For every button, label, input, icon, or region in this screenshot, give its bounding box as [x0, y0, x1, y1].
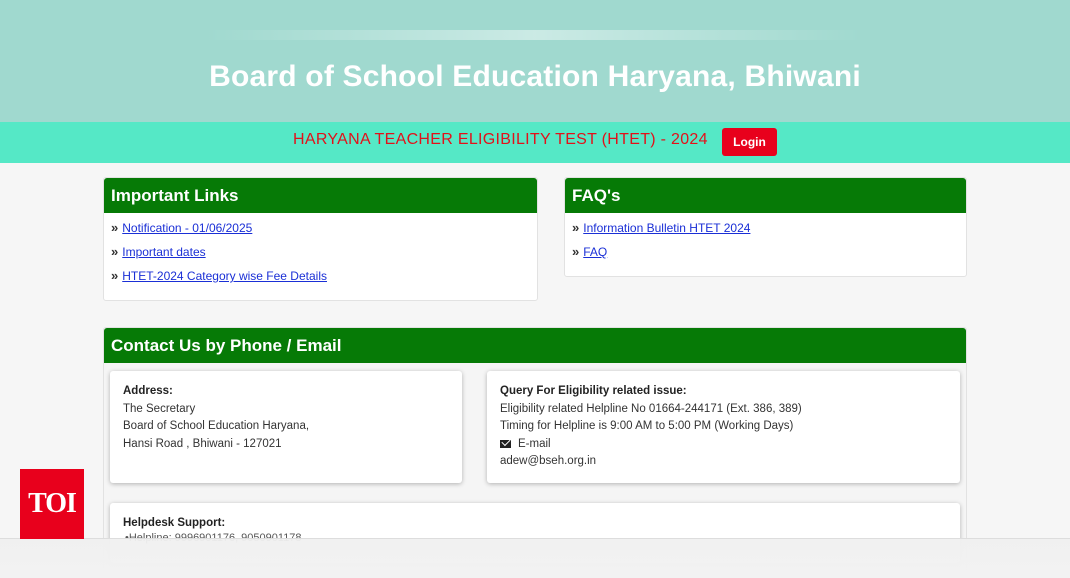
query-box: Query For Eligibility related issue: Eli… — [487, 371, 960, 483]
important-links-card: Important Links » Notification - 01/06/2… — [103, 177, 538, 301]
email-label-row: E-mail — [500, 436, 947, 454]
list-item: » Notification - 01/06/2025 — [111, 221, 537, 245]
helpline-text: Eligibility related Helpline No 01664-24… — [500, 402, 802, 415]
exam-title: HARYANA TEACHER ELIGIBILITY TEST (HTET) … — [293, 131, 708, 148]
helpdesk-label: Helpdesk Support: — [123, 517, 226, 529]
faqs-heading: FAQ's — [565, 178, 966, 213]
address-line: Board of School Education Haryana, — [123, 420, 310, 432]
list-item: » FAQ — [572, 245, 966, 269]
double-chevron-right-icon: » — [111, 268, 119, 283]
contact-heading: Contact Us by Phone / Email — [104, 328, 966, 363]
important-links-list: » Notification - 01/06/2025 » Important … — [104, 213, 537, 293]
bottom-overlay — [0, 538, 1070, 578]
important-dates-link[interactable]: Important dates — [122, 245, 205, 259]
information-bulletin-link[interactable]: Information Bulletin HTET 2024 — [583, 221, 750, 235]
notification-link[interactable]: Notification - 01/06/2025 — [122, 221, 252, 235]
site-title: Board of School Education Haryana, Bhiwa… — [209, 60, 861, 93]
address-line: Hansi Road , Bhiwani - 127021 — [123, 437, 282, 450]
list-item: » HTET-2024 Category wise Fee Details — [111, 269, 537, 293]
list-item: » Important dates — [111, 245, 537, 269]
address-box: Address: The Secretary Board of School E… — [110, 371, 462, 483]
address-line: The Secretary — [123, 402, 196, 415]
query-label: Query For Eligibility related issue: — [500, 385, 687, 397]
faqs-list: » Information Bulletin HTET 2024 » FAQ — [565, 213, 966, 269]
double-chevron-right-icon: » — [111, 244, 119, 259]
fee-details-link[interactable]: HTET-2024 Category wise Fee Details — [122, 269, 327, 283]
login-button[interactable]: Login — [722, 128, 777, 156]
double-chevron-right-icon: » — [111, 220, 119, 235]
email-label: E-mail — [518, 437, 551, 450]
important-links-heading: Important Links — [104, 178, 537, 213]
faq-link[interactable]: FAQ — [583, 245, 607, 259]
envelope-icon — [500, 440, 511, 449]
address-label: Address: — [123, 385, 173, 397]
faqs-card: FAQ's » Information Bulletin HTET 2024 »… — [564, 177, 967, 277]
double-chevron-right-icon: » — [572, 220, 580, 235]
list-item: » Information Bulletin HTET 2024 — [572, 221, 966, 245]
email-address[interactable]: adew@bseh.org.in — [500, 453, 947, 471]
banner-decoration — [205, 30, 865, 40]
timing-text: Timing for Helpline is 9:00 AM to 5:00 P… — [500, 420, 794, 432]
double-chevron-right-icon: » — [572, 244, 580, 259]
toi-logo: TOI — [20, 469, 84, 539]
